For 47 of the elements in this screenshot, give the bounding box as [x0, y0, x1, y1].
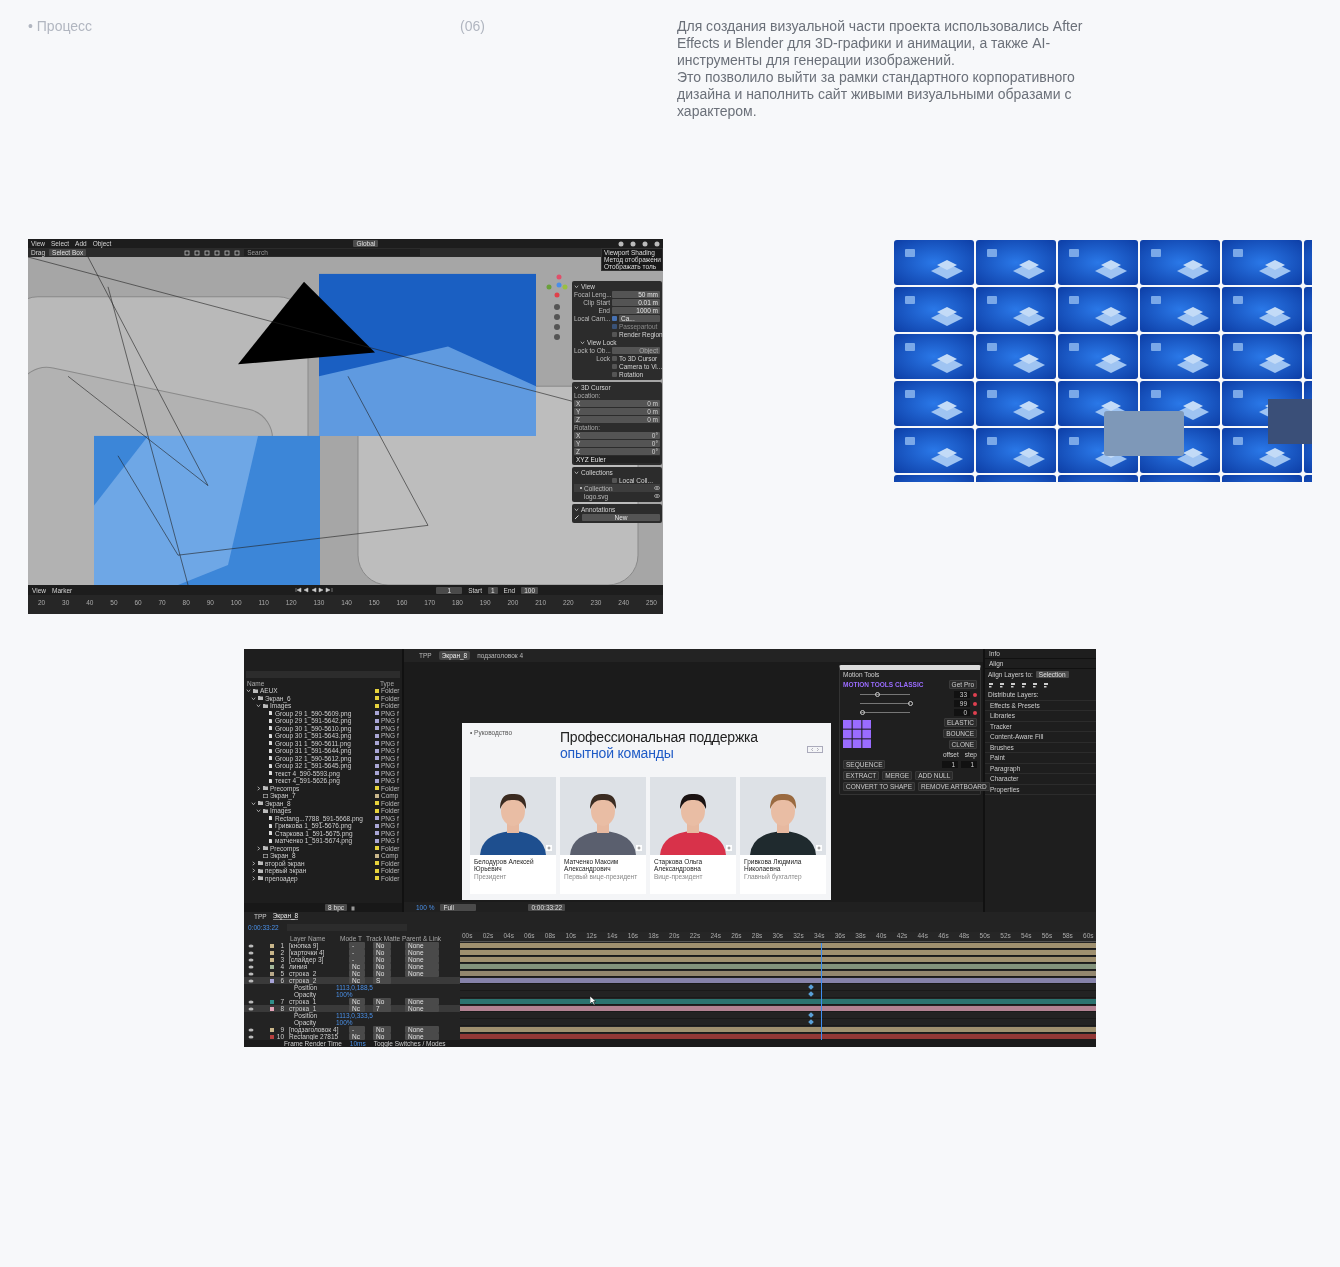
slider-arrows-icon[interactable]	[807, 746, 823, 753]
mouse-cursor-icon	[590, 996, 597, 1005]
align-icon[interactable]	[1032, 682, 1038, 688]
caret-icon[interactable]	[256, 785, 261, 791]
caret-icon[interactable]	[256, 845, 261, 851]
checkbox[interactable]	[612, 371, 617, 377]
folder-icon	[263, 846, 268, 851]
caret-icon[interactable]	[574, 469, 579, 475]
caret-icon[interactable]	[251, 800, 256, 806]
caret-icon[interactable]	[574, 506, 579, 512]
composition-icon	[263, 853, 268, 858]
caret-icon[interactable]	[251, 860, 256, 866]
eye-icon[interactable]	[654, 493, 660, 499]
playback-controls-icon[interactable]	[294, 587, 335, 593]
pencil-icon[interactable]	[574, 514, 580, 520]
caret-icon[interactable]	[251, 868, 256, 874]
description-text: Для создания визуальной части проекта использовались After Effects и Blender для 3D-графики и анимации, а также AI-инструменты для генерации изображений.	[677, 18, 1084, 69]
align-icon[interactable]	[1043, 682, 1049, 688]
section-number: (06)	[460, 18, 486, 36]
composition-icon	[263, 793, 268, 798]
align-icon[interactable]	[1021, 682, 1027, 688]
align-icon[interactable]	[999, 682, 1005, 688]
heading-accent: опытной команды	[560, 745, 675, 761]
align-icon[interactable]	[1010, 682, 1016, 688]
description-text: Это позволило выйти за рамки стандартного корпоративного дизайна и наполнить сайт живыми визуальными образами с характером.	[677, 69, 1076, 120]
caret-icon[interactable]	[574, 283, 579, 289]
caret-icon[interactable]	[580, 339, 585, 345]
caret-icon[interactable]	[251, 875, 256, 881]
slider[interactable]	[860, 710, 910, 715]
checkbox[interactable]	[612, 363, 617, 369]
trash-icon[interactable]	[350, 904, 356, 911]
caret-icon[interactable]	[251, 695, 256, 701]
heading: Профессиональная поддержка	[560, 729, 758, 745]
section-label: • Процесс	[28, 18, 94, 36]
align-icon[interactable]	[988, 682, 994, 688]
anchor-grid-icon[interactable]	[843, 719, 871, 748]
slider[interactable]	[860, 701, 910, 706]
caret-icon[interactable]	[574, 384, 579, 390]
caret-icon[interactable]	[256, 703, 261, 709]
checkbox[interactable]	[612, 355, 617, 361]
caret-icon[interactable]	[256, 808, 261, 814]
checkbox[interactable]	[612, 477, 617, 483]
caret-icon[interactable]	[246, 688, 251, 694]
folder-icon	[263, 786, 268, 791]
checkbox[interactable]	[612, 331, 617, 337]
eye-icon[interactable]	[654, 485, 660, 491]
checkbox[interactable]	[612, 315, 617, 321]
